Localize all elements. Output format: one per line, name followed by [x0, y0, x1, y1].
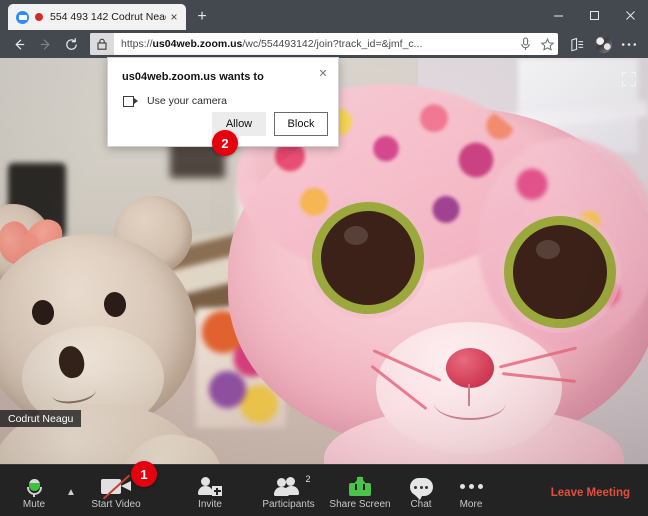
- share-screen-icon: [349, 473, 371, 496]
- microphone-icon: [26, 473, 42, 497]
- close-icon[interactable]: ✕: [315, 65, 331, 81]
- ellipsis-icon[interactable]: [616, 32, 642, 56]
- lock-icon: [90, 33, 114, 55]
- camera-icon: [123, 95, 138, 107]
- start-video-label: Start Video: [91, 499, 141, 510]
- annotation-badge-2: 2: [212, 130, 238, 156]
- close-icon[interactable]: ×: [166, 9, 182, 25]
- maximize-icon[interactable]: [576, 0, 612, 30]
- zoom-meeting-toolbar: Mute ▲ Start Video Invite 2 Participants…: [0, 464, 648, 516]
- mute-label: Mute: [22, 499, 46, 510]
- zoom-favicon: [16, 10, 29, 24]
- block-button[interactable]: Block: [274, 112, 328, 136]
- participant-name-badge: Codrut Neagu: [0, 410, 82, 427]
- url-path: /wc/554493142/join?track_id=&jmf_c...: [242, 38, 423, 50]
- forward-icon: [32, 32, 58, 56]
- invite-label: Invite: [198, 499, 222, 510]
- back-icon[interactable]: [6, 32, 32, 56]
- browser-window: 554 493 142 Codrut Neagu × + https://us0…: [0, 0, 648, 516]
- participants-button[interactable]: 2 Participants: [251, 468, 326, 514]
- chat-button[interactable]: Chat: [400, 468, 442, 514]
- ellipsis-icon: [459, 473, 483, 496]
- more-label: More: [459, 499, 483, 510]
- minimize-icon[interactable]: [540, 0, 576, 30]
- refresh-icon[interactable]: [58, 32, 84, 56]
- participants-label: Participants: [262, 499, 315, 510]
- chevron-up-icon[interactable]: ▲: [66, 487, 76, 498]
- star-icon[interactable]: [536, 33, 558, 55]
- participants-count: 2: [305, 474, 311, 484]
- collections-icon[interactable]: [564, 32, 590, 56]
- permission-label: Use your camera: [147, 95, 227, 107]
- browser-tab[interactable]: 554 493 142 Codrut Neagu ×: [8, 4, 186, 30]
- leave-meeting-button[interactable]: Leave Meeting: [551, 487, 630, 499]
- url-host: us04web.zoom.us: [152, 38, 243, 50]
- camera-off-icon: [101, 473, 131, 500]
- close-icon[interactable]: [612, 0, 648, 30]
- new-tab-button[interactable]: +: [192, 7, 212, 27]
- avatar[interactable]: [590, 32, 616, 56]
- share-screen-label: Share Screen: [329, 499, 391, 510]
- navigation-bar: https://us04web.zoom.us/wc/554493142/joi…: [0, 30, 648, 58]
- tab-title: 554 493 142 Codrut Neagu: [50, 11, 166, 23]
- mute-button[interactable]: Mute: [10, 468, 58, 514]
- address-bar[interactable]: https://us04web.zoom.us/wc/554493142/joi…: [90, 33, 558, 55]
- more-button[interactable]: More: [450, 468, 492, 514]
- annotation-badge-1: 1: [131, 461, 157, 487]
- window-controls: [540, 0, 648, 30]
- permission-row: Use your camera: [123, 95, 227, 107]
- red-dot-icon: [35, 13, 43, 21]
- microphone-icon[interactable]: [514, 33, 536, 55]
- chat-label: Chat: [410, 499, 432, 510]
- share-screen-button[interactable]: Share Screen: [324, 468, 396, 514]
- url-text[interactable]: https://us04web.zoom.us/wc/554493142/joi…: [114, 38, 514, 50]
- chat-bubble-icon: [409, 473, 433, 500]
- person-add-icon: [198, 473, 222, 496]
- fullscreen-icon[interactable]: [622, 72, 636, 86]
- permission-dialog-title: us04web.zoom.us wants to: [122, 71, 264, 83]
- people-icon: 2: [273, 473, 311, 496]
- url-scheme: https://: [121, 38, 153, 50]
- title-bar: 554 493 142 Codrut Neagu × +: [0, 0, 648, 30]
- invite-button[interactable]: Invite: [185, 468, 235, 514]
- avatar-image: [594, 35, 612, 53]
